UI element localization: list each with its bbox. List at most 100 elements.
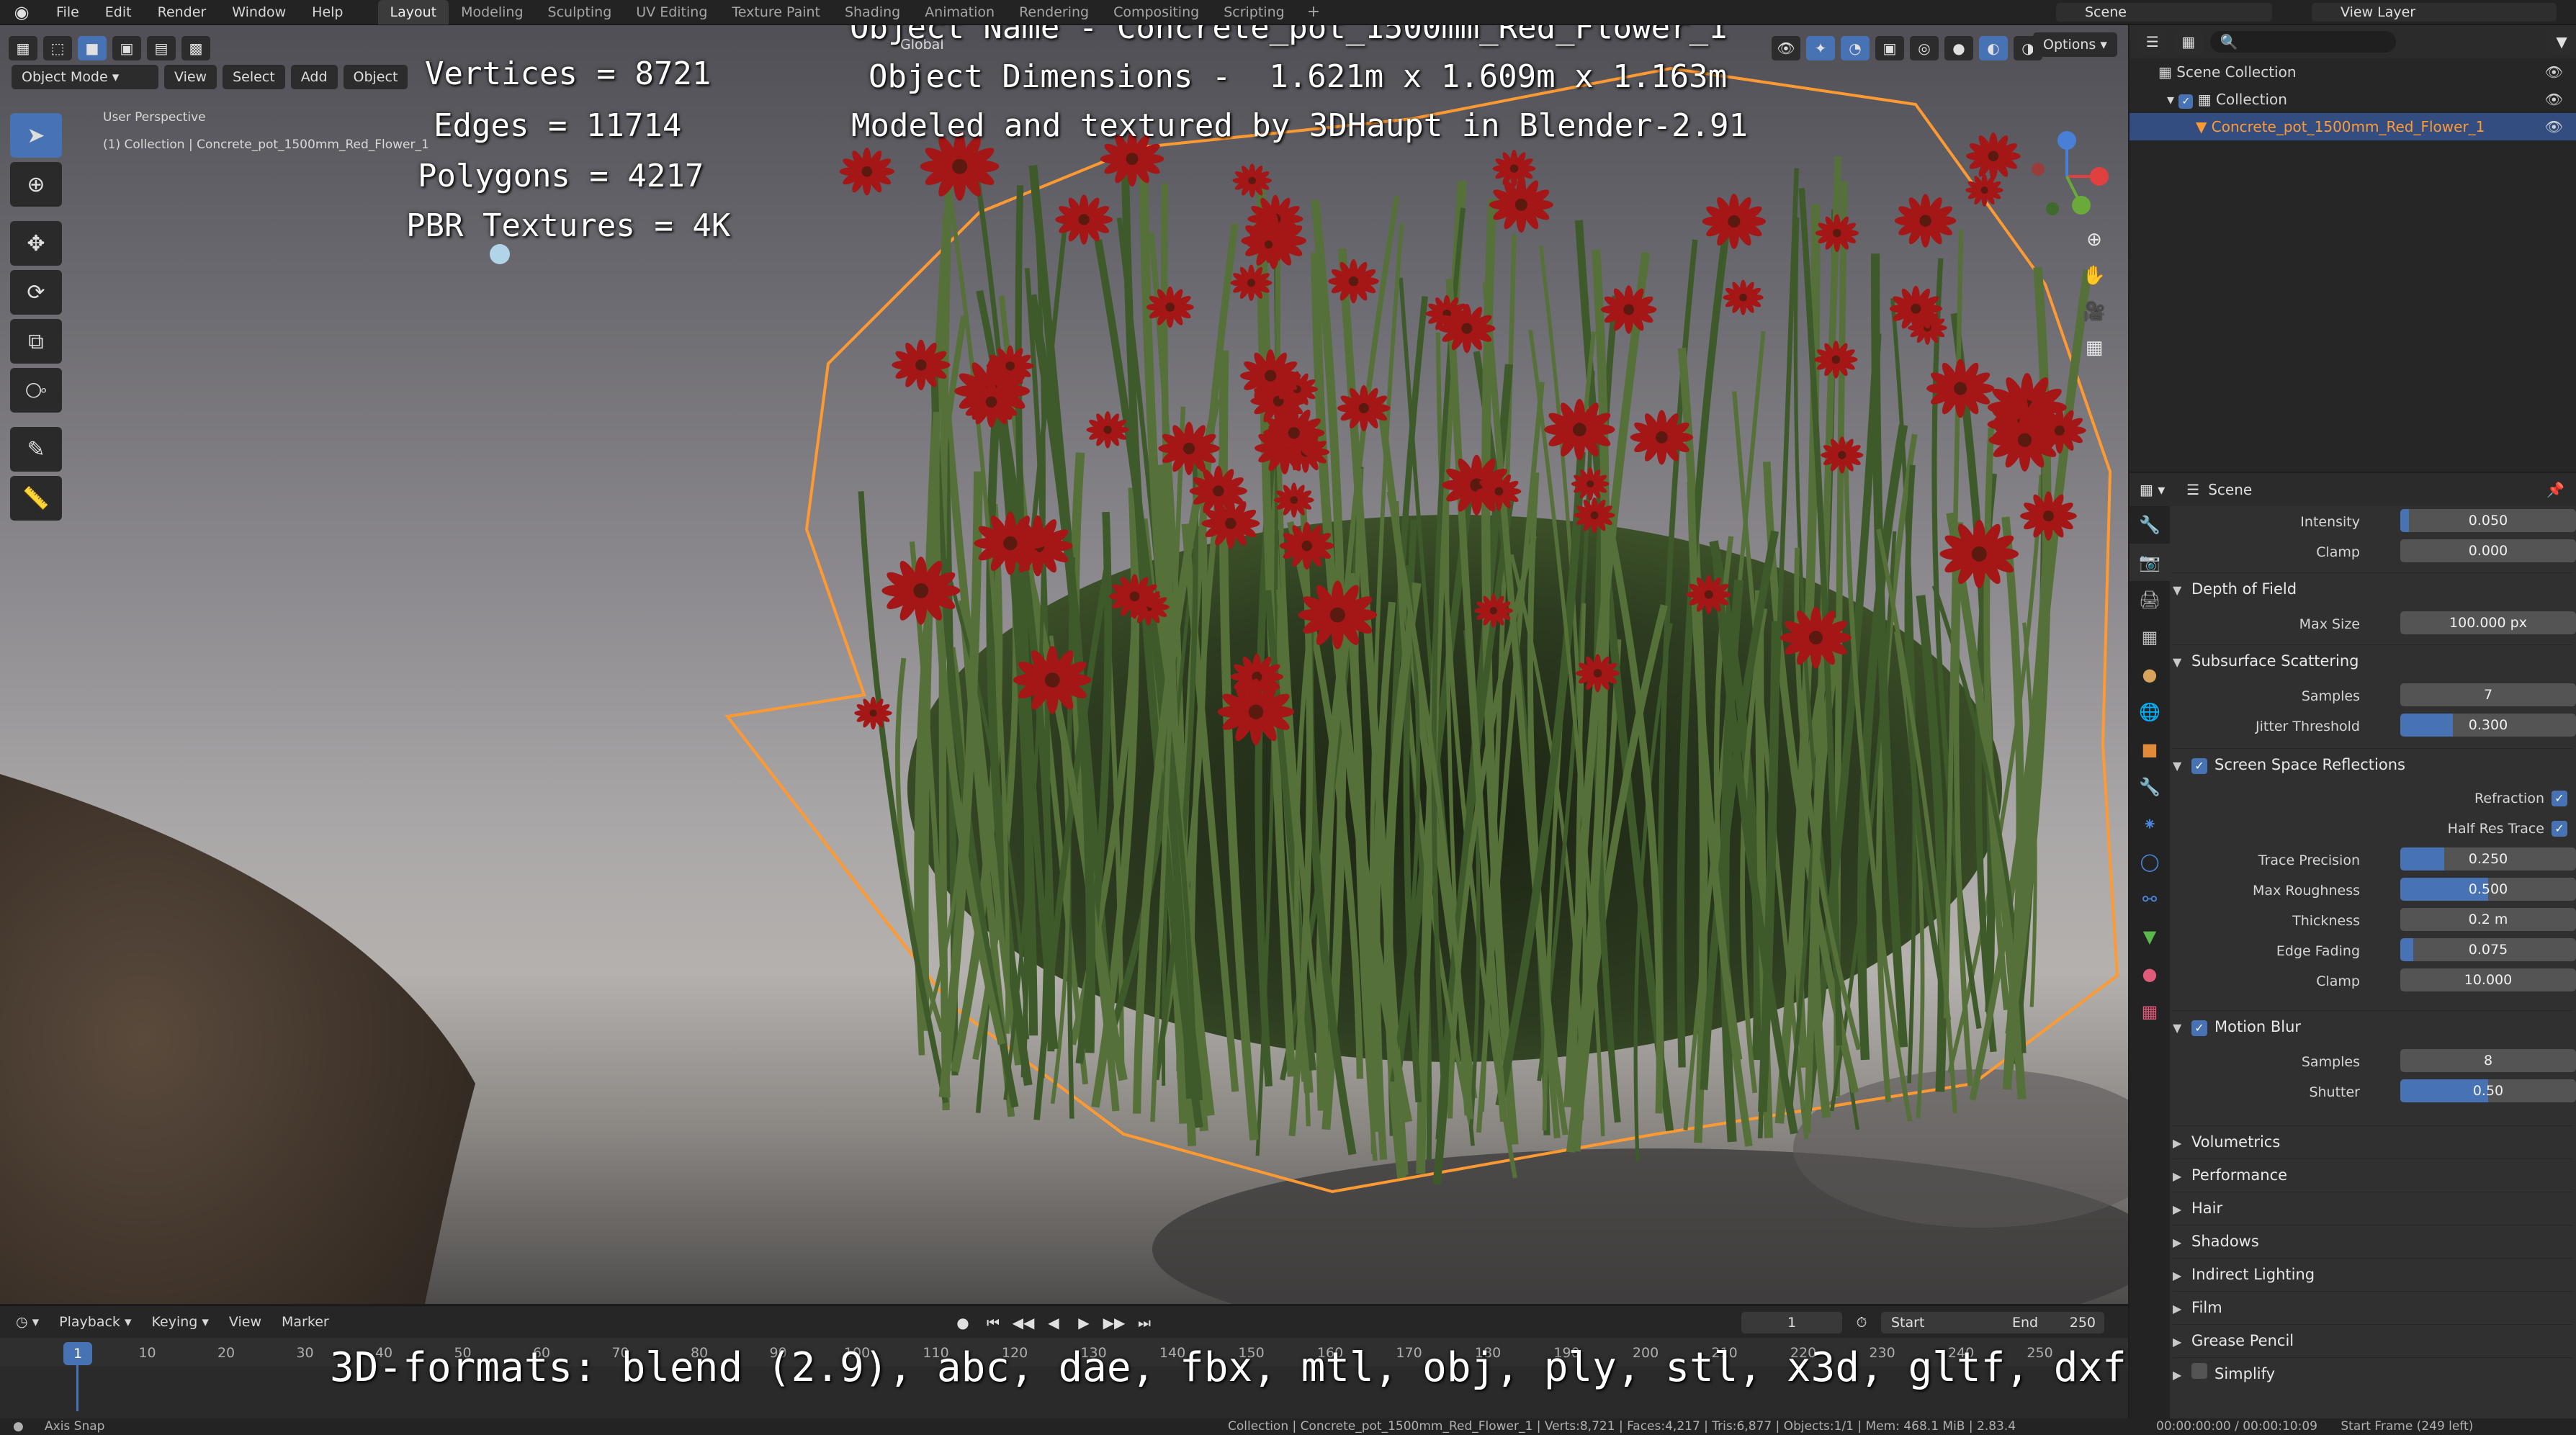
- panel-shadows[interactable]: ▶ Shadows: [2173, 1225, 2573, 1256]
- pan-hand-icon[interactable]: ✋: [2081, 263, 2107, 289]
- menu-file[interactable]: File: [43, 4, 92, 20]
- render-tab-icon[interactable]: 📷: [2130, 544, 2170, 581]
- cursor-tool-icon[interactable]: ⊕: [10, 162, 62, 207]
- collection-eye-icon[interactable]: 👁: [2545, 86, 2563, 113]
- camera-view-icon[interactable]: 🎥: [2081, 299, 2107, 325]
- filter-icon[interactable]: ▼: [2547, 30, 2576, 54]
- tab-layout[interactable]: Layout: [377, 0, 449, 24]
- jump-end-icon[interactable]: ⏭: [1132, 1312, 1157, 1333]
- xray-toggle-icon[interactable]: ▣: [1875, 36, 1904, 60]
- physics-tab-icon[interactable]: ◯: [2130, 843, 2170, 881]
- mode-subtract-icon[interactable]: ▤: [147, 36, 176, 60]
- outliner-object-row[interactable]: ▼ Concrete_pot_1500mm_Red_Flower_1 👁: [2130, 113, 2576, 140]
- viewport-menu-add[interactable]: Add: [290, 65, 338, 89]
- output-tab-icon[interactable]: 🖨: [2130, 581, 2170, 618]
- shutter-slider[interactable]: 0.50: [2400, 1079, 2576, 1102]
- select-tool-icon[interactable]: ➤: [10, 113, 62, 158]
- panel-subsurface-scattering[interactable]: ▼ Subsurface Scattering: [2173, 644, 2573, 676]
- viewport-menu-view[interactable]: View: [164, 65, 217, 89]
- thickness-field[interactable]: 0.2 m: [2400, 908, 2576, 931]
- outliner-editor-type-icon[interactable]: ☰: [2138, 30, 2167, 54]
- menu-render[interactable]: Render: [145, 4, 220, 20]
- object-mode-dropdown[interactable]: Object Mode ▾: [12, 65, 158, 89]
- simplify-checkbox[interactable]: [2191, 1363, 2207, 1379]
- solid-shading-icon[interactable]: ●: [1944, 36, 1973, 60]
- tab-texture-paint[interactable]: Texture Paint: [719, 0, 833, 24]
- panel-simplify[interactable]: ▶ Simplify: [2173, 1357, 2573, 1389]
- end-frame-field[interactable]: End 250: [2003, 1312, 2104, 1333]
- intensity-slider[interactable]: 0.050: [2400, 509, 2576, 532]
- mode-new-selection-icon[interactable]: ■: [78, 36, 107, 60]
- trace-precision-slider[interactable]: 0.250: [2400, 847, 2576, 871]
- ssr-checkbox[interactable]: ✓: [2191, 758, 2207, 774]
- tab-shading[interactable]: Shading: [833, 0, 912, 24]
- tab-uv-editing[interactable]: UV Editing: [624, 0, 719, 24]
- panel-volumetrics[interactable]: ▶ Volumetrics: [2173, 1125, 2573, 1157]
- transform-tool-icon[interactable]: ⧂: [10, 368, 62, 413]
- menu-help[interactable]: Help: [299, 4, 356, 20]
- stopwatch-icon[interactable]: ⏱: [1851, 1312, 1872, 1333]
- tab-compositing[interactable]: Compositing: [1101, 0, 1211, 24]
- move-tool-icon[interactable]: ✥: [10, 221, 62, 266]
- world-tab-icon[interactable]: 🌐: [2130, 693, 2170, 731]
- playhead[interactable]: 1: [63, 1342, 92, 1365]
- panel-film[interactable]: ▶ Film: [2173, 1291, 2573, 1323]
- mode-extend-icon[interactable]: ▣: [112, 36, 141, 60]
- viewport-menu-select[interactable]: Select: [223, 65, 285, 89]
- outliner-search-input[interactable]: 🔍: [2209, 31, 2397, 53]
- prev-keyframe-icon[interactable]: ◀◀: [1011, 1312, 1036, 1333]
- menu-edit[interactable]: Edit: [92, 4, 145, 20]
- options-dropdown[interactable]: Options ▾: [2033, 32, 2117, 57]
- view-layer-tab-icon[interactable]: ▦: [2130, 618, 2170, 656]
- display-mode-icon[interactable]: ▦: [2173, 30, 2203, 54]
- texture-tab-icon[interactable]: ▦: [2130, 993, 2170, 1030]
- timeline-menu-view[interactable]: View: [219, 1314, 271, 1330]
- timeline-menu-marker[interactable]: Marker: [271, 1314, 339, 1330]
- panel-hair[interactable]: ▶ Hair: [2173, 1192, 2573, 1223]
- timeline-editor-type-icon[interactable]: ◷ ▾: [0, 1314, 49, 1330]
- rotate-tool-icon[interactable]: ⟳: [10, 270, 62, 315]
- scale-tool-icon[interactable]: ⧉: [10, 319, 62, 364]
- overlays-toggle-icon[interactable]: ◔: [1841, 36, 1870, 60]
- outliner-collection[interactable]: ▾ ✓ ▦ Collection 👁: [2130, 86, 2576, 113]
- view-layer-selector[interactable]: View Layer: [2312, 3, 2557, 22]
- viewport-menu-object[interactable]: Object: [343, 65, 408, 89]
- perspective-toggle-icon[interactable]: ▦: [2081, 335, 2107, 361]
- material-shading-icon[interactable]: ◐: [1979, 36, 2008, 60]
- collection-checkbox[interactable]: ✓: [2178, 94, 2194, 109]
- blender-logo-icon[interactable]: ◉: [0, 0, 43, 24]
- select-box-icon[interactable]: ⬚: [43, 36, 72, 60]
- object-tab-icon[interactable]: ■: [2130, 731, 2170, 768]
- measure-tool-icon[interactable]: 📏: [10, 476, 62, 521]
- record-icon[interactable]: ●: [951, 1312, 975, 1333]
- edge-fading-slider[interactable]: 0.075: [2400, 938, 2576, 961]
- data-tab-icon[interactable]: ▼: [2130, 918, 2170, 955]
- menu-window[interactable]: Window: [219, 4, 299, 20]
- panel-performance[interactable]: ▶ Performance: [2173, 1159, 2573, 1190]
- material-tab-icon[interactable]: ●: [2130, 955, 2170, 993]
- constraints-tab-icon[interactable]: ⚯: [2130, 881, 2170, 918]
- panel-motion-blur[interactable]: ▼ ✓ Motion Blur: [2173, 1010, 2573, 1042]
- panel-screen-space-reflections[interactable]: ▼ ✓ Screen Space Reflections: [2173, 748, 2573, 780]
- gizmo-toggle-icon[interactable]: ✦: [1806, 36, 1835, 60]
- jitter-threshold-slider[interactable]: 0.300: [2400, 714, 2576, 737]
- sss-samples-field[interactable]: 7: [2400, 683, 2576, 706]
- panel-grease-pencil[interactable]: ▶ Grease Pencil: [2173, 1324, 2573, 1356]
- max-size-field[interactable]: 100.000 px: [2400, 611, 2576, 634]
- scene-selector[interactable]: Scene: [2056, 3, 2272, 22]
- tab-rendering[interactable]: Rendering: [1007, 0, 1101, 24]
- timeline-menu-keying[interactable]: Keying ▾: [142, 1314, 219, 1330]
- timeline-menu-playback[interactable]: Playback ▾: [49, 1314, 141, 1330]
- tool-tab-icon[interactable]: 🔧: [2130, 506, 2170, 544]
- tab-sculpting[interactable]: Sculpting: [536, 0, 624, 24]
- jump-start-icon[interactable]: ⏮: [981, 1312, 1005, 1333]
- overlay-visibility-icon[interactable]: 👁: [1772, 36, 1800, 60]
- tab-scripting[interactable]: Scripting: [1211, 0, 1297, 24]
- start-frame-field[interactable]: Start 1: [1881, 1312, 2021, 1333]
- annotate-tool-icon[interactable]: ✎: [10, 427, 62, 472]
- tab-animation[interactable]: Animation: [912, 0, 1007, 24]
- play-icon[interactable]: ▶: [1072, 1312, 1096, 1333]
- play-reverse-icon[interactable]: ◀: [1041, 1312, 1066, 1333]
- current-frame-field[interactable]: 1: [1741, 1312, 1842, 1333]
- mode-intersect-icon[interactable]: ▩: [181, 36, 210, 60]
